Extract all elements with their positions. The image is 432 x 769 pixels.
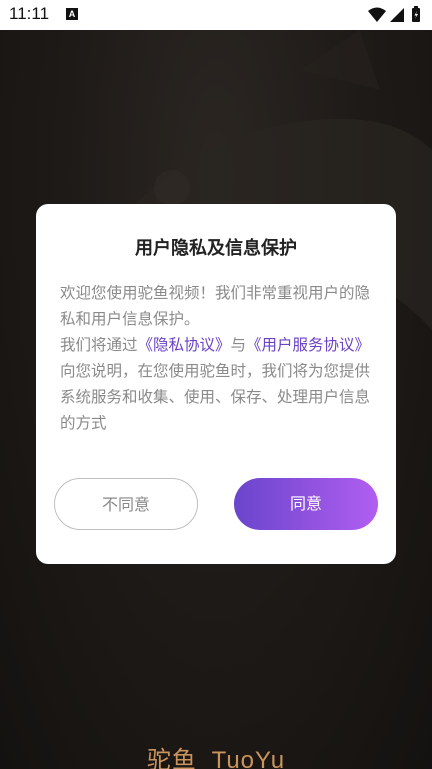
signal-icon <box>390 8 404 22</box>
brand-footer: 驼鱼 TuoYu <box>0 740 432 769</box>
dialog-title: 用户隐私及信息保护 <box>135 238 297 259</box>
dialog-body: 欢迎您使用驼鱼视频！我们非常重视用户的隐私和用户信息保护。 我们将通过《隐私协议… <box>60 280 374 436</box>
status-bar: 11:11 A <box>0 0 432 30</box>
wifi-icon <box>368 7 386 22</box>
dialog-paragraph-2: 我们将通过《隐私协议》与《用户服务协议》向您说明，在您使用驼鱼时，我们将为您提供… <box>60 332 374 436</box>
notification-a-icon: A <box>66 8 78 20</box>
para2-and: 与 <box>230 336 247 354</box>
para2-prefix: 我们将通过 <box>60 336 138 354</box>
battery-icon <box>412 6 420 22</box>
privacy-policy-link[interactable]: 《隐私协议》 <box>138 336 231 354</box>
privacy-dialog: 用户隐私及信息保护 欢迎您使用驼鱼视频！我们非常重视用户的隐私和用户信息保护。 … <box>36 204 396 564</box>
status-icons <box>368 6 424 24</box>
para2-suffix: 向您说明，在您使用驼鱼时，我们将为您提供系统服务和收集、使用、保存、处理用户信息… <box>60 362 371 432</box>
dialog-paragraph-1: 欢迎您使用驼鱼视频！我们非常重视用户的隐私和用户信息保护。 <box>60 284 371 328</box>
disagree-button[interactable]: 不同意 <box>54 478 198 530</box>
agree-button[interactable]: 同意 <box>234 478 378 530</box>
brand-name-cn: 驼鱼 <box>146 746 197 769</box>
user-service-agreement-link[interactable]: 《用户服务协议》 <box>246 336 370 354</box>
brand-name-en: TuoYu <box>211 747 286 769</box>
status-time: 11:11 <box>9 4 50 23</box>
